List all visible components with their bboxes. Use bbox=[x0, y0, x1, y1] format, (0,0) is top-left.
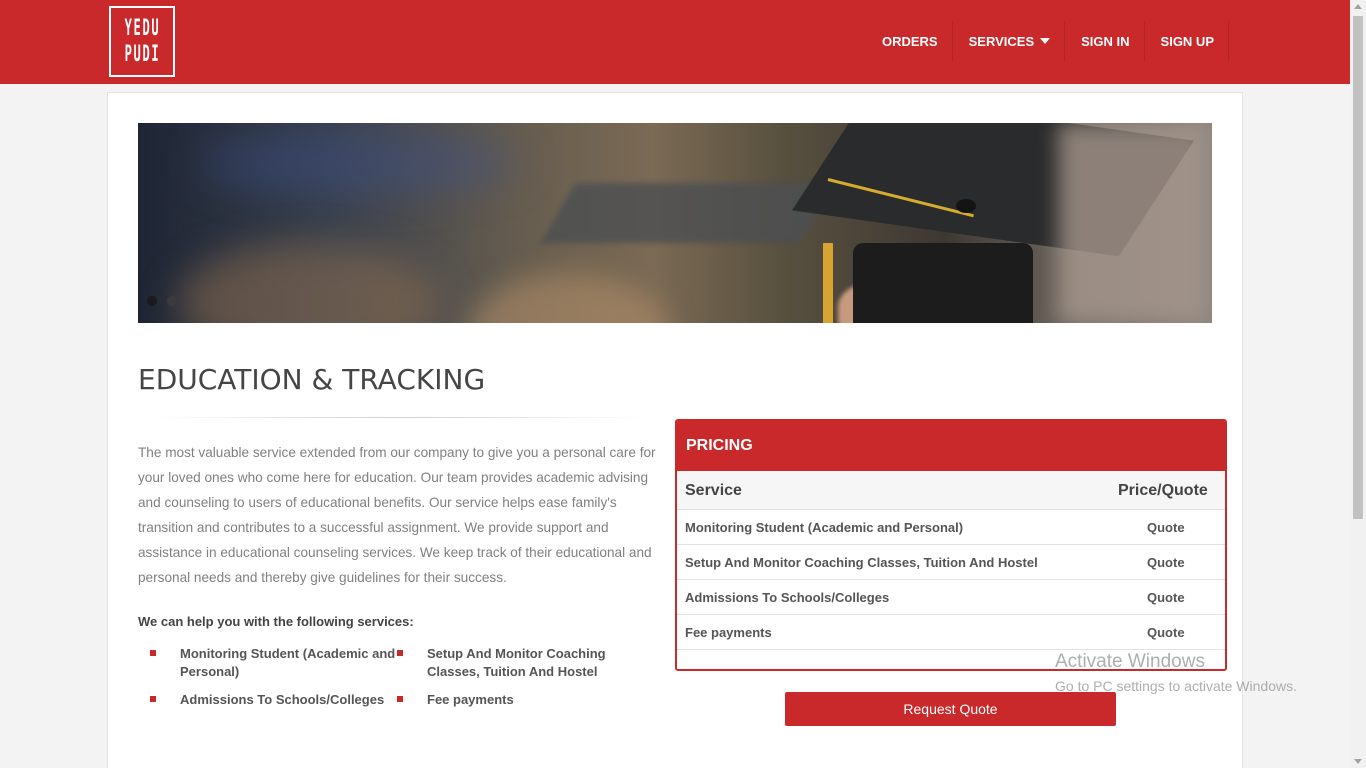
scroll-up-arrow-icon[interactable] bbox=[1354, 4, 1362, 9]
scroll-down-arrow-icon[interactable] bbox=[1354, 759, 1362, 764]
pricing-panel: PRICING Service Price/Quote Monitoring S… bbox=[675, 419, 1227, 671]
table-cell-price: Quote bbox=[1147, 625, 1185, 640]
nav-sign-in-label: SIGN IN bbox=[1081, 33, 1130, 49]
request-quote-button[interactable]: Request Quote bbox=[785, 692, 1116, 726]
table-cell-service: Monitoring Student (Academic and Persona… bbox=[685, 520, 964, 535]
logo-text-bottom: PUDI bbox=[124, 41, 160, 67]
main-nav: ORDERS SERVICES SIGN IN SIGN UP bbox=[866, 21, 1229, 61]
list-item: Monitoring Student (Academic and Persona… bbox=[150, 645, 400, 681]
table-cell-price: Quote bbox=[1147, 520, 1185, 535]
table-cell-service: Setup And Monitor Coaching Classes, Tuit… bbox=[685, 555, 1038, 570]
table-row: Setup And Monitor Coaching Classes, Tuit… bbox=[677, 545, 1225, 580]
carousel-dot-1[interactable] bbox=[147, 296, 157, 306]
list-item-label: Fee payments bbox=[427, 692, 514, 707]
nav-sign-up-label: SIGN UP bbox=[1160, 33, 1214, 49]
nav-orders[interactable]: ORDERS bbox=[866, 21, 953, 61]
bullet-icon bbox=[397, 696, 403, 702]
table-row: Admissions To Schools/Colleges Quote bbox=[677, 580, 1225, 615]
pricing-table-header: Service Price/Quote bbox=[677, 471, 1225, 510]
caret-down-icon bbox=[1040, 38, 1051, 44]
list-item: Setup And Monitor Coaching Classes, Tuit… bbox=[397, 645, 647, 681]
hero-banner-image bbox=[138, 123, 1212, 323]
column-header-service: Service bbox=[685, 482, 742, 499]
table-cell-service: Fee payments bbox=[685, 625, 772, 640]
service-description: The most valuable service extended from … bbox=[138, 445, 656, 585]
table-row: Fee payments Quote bbox=[677, 615, 1225, 650]
list-item: Fee payments bbox=[397, 691, 647, 709]
site-logo[interactable]: YEDU PUDI bbox=[109, 6, 175, 77]
carousel-dot-2[interactable] bbox=[167, 296, 177, 306]
list-item-label: Monitoring Student (Academic and Persona… bbox=[180, 646, 396, 679]
activate-windows-watermark: Activate Windows Go to PC settings to ac… bbox=[1055, 651, 1297, 695]
page-title: EDUCATION & TRACKING bbox=[138, 363, 486, 396]
nav-services-label: SERVICES bbox=[968, 33, 1035, 49]
watermark-subtitle: Go to PC settings to activate Windows. bbox=[1055, 678, 1297, 694]
scrollbar-thumb[interactable] bbox=[1353, 16, 1363, 519]
list-item-label: Setup And Monitor Coaching Classes, Tuit… bbox=[427, 646, 606, 679]
nav-orders-label: ORDERS bbox=[881, 33, 938, 49]
table-cell-price: Quote bbox=[1147, 555, 1185, 570]
page-scrollbar[interactable] bbox=[1350, 0, 1366, 768]
logo-text-top: YEDU bbox=[124, 15, 160, 41]
table-cell-price: Quote bbox=[1147, 590, 1185, 605]
top-navbar: YEDU PUDI ORDERS SERVICES SIGN IN SIGN U… bbox=[0, 0, 1350, 84]
nav-sign-in[interactable]: SIGN IN bbox=[1065, 21, 1145, 61]
list-item-label: Admissions To Schools/Colleges bbox=[180, 692, 385, 707]
bullet-icon bbox=[150, 650, 156, 656]
list-item: Admissions To Schools/Colleges bbox=[150, 691, 400, 709]
services-heading: We can help you with the following servi… bbox=[138, 614, 414, 629]
watermark-title: Activate Windows bbox=[1055, 651, 1205, 672]
nav-services-dropdown[interactable]: SERVICES bbox=[953, 21, 1066, 61]
bullet-icon bbox=[150, 696, 156, 702]
table-row: Monitoring Student (Academic and Persona… bbox=[677, 510, 1225, 545]
table-cell-service: Admissions To Schools/Colleges bbox=[685, 590, 890, 605]
bullet-icon bbox=[397, 650, 403, 656]
nav-sign-up[interactable]: SIGN UP bbox=[1145, 21, 1229, 61]
column-header-price: Price/Quote bbox=[1118, 482, 1208, 499]
pricing-heading: PRICING bbox=[677, 421, 1225, 471]
title-divider bbox=[150, 417, 650, 418]
